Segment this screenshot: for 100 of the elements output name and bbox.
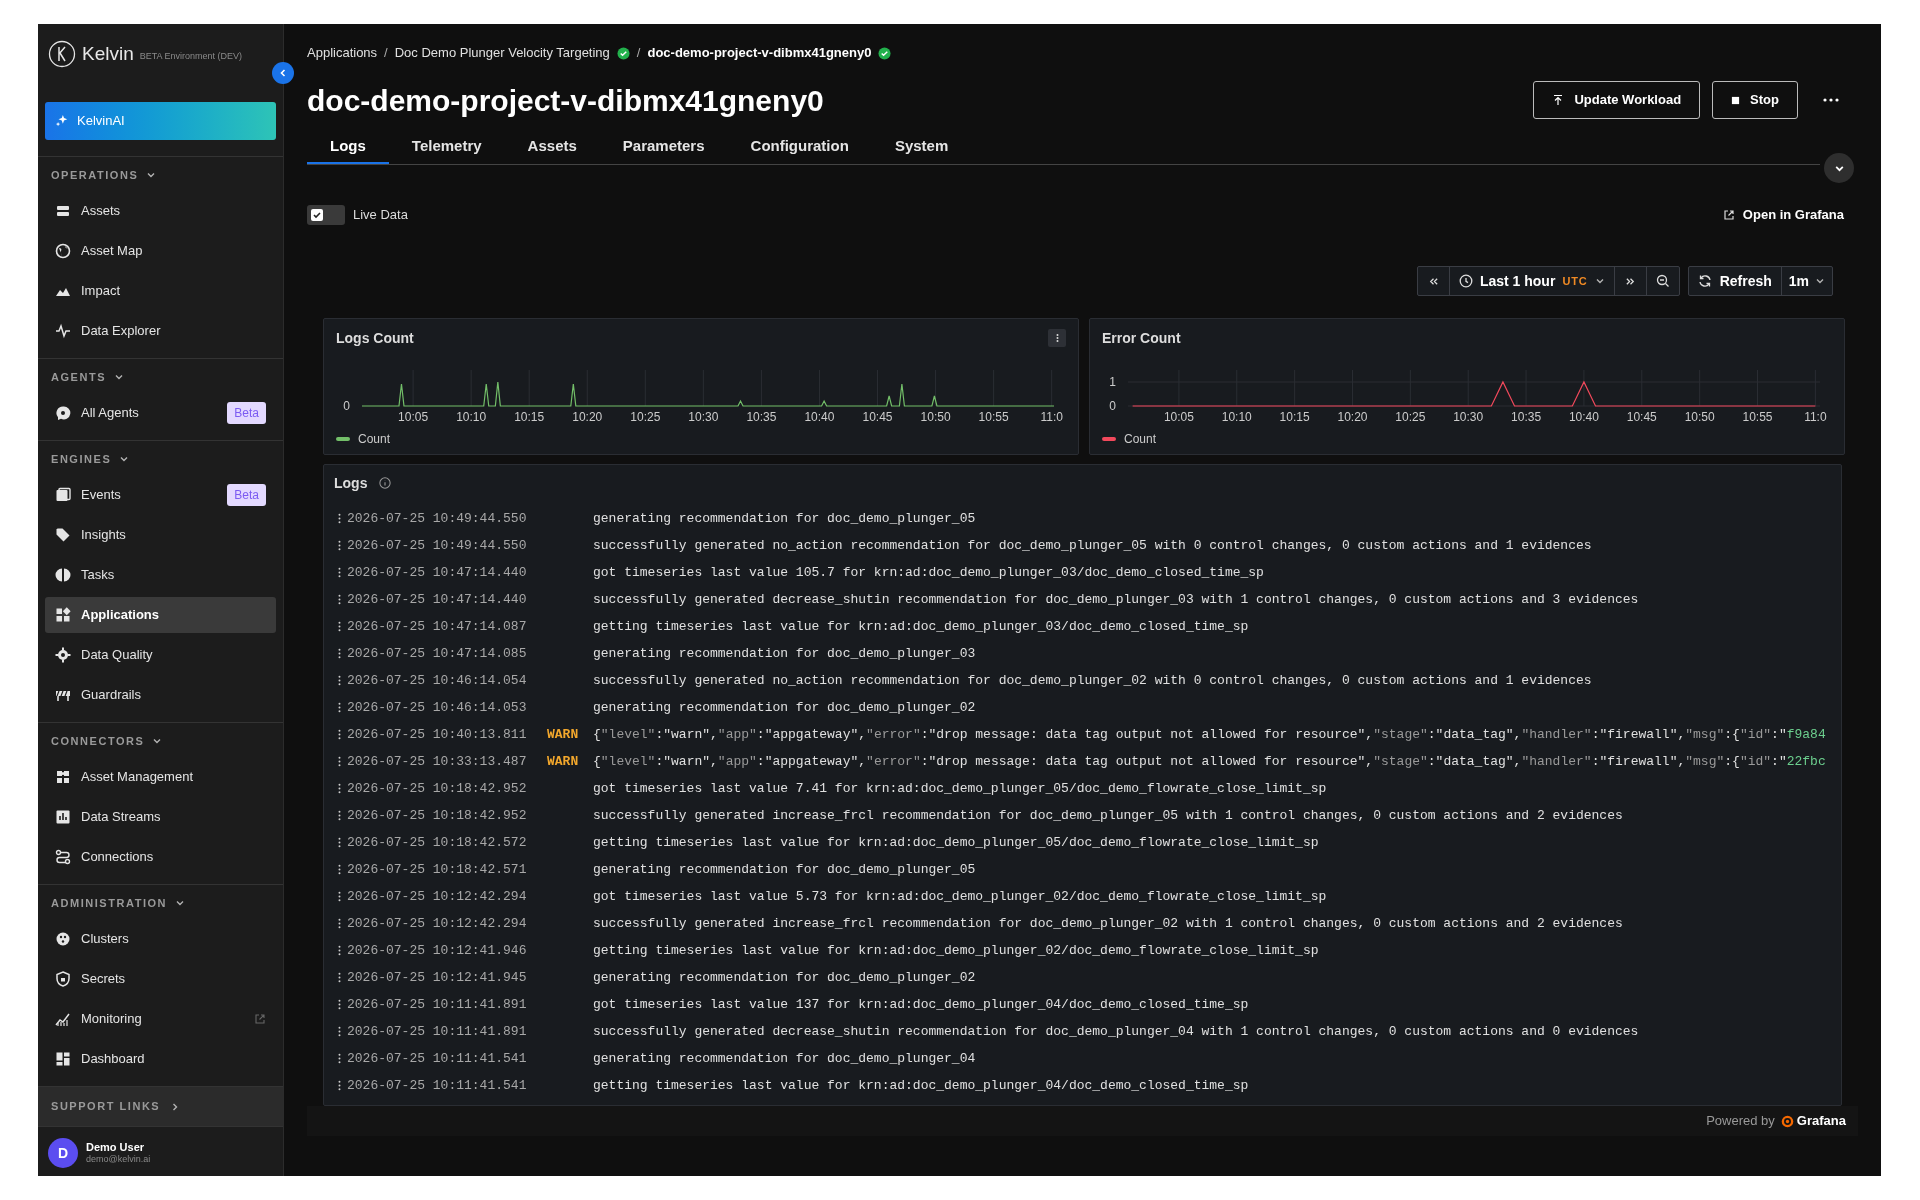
section-header[interactable]: ADMINISTRATION [45, 885, 192, 921]
log-level: WARN [547, 753, 579, 769]
sparkle-icon [55, 114, 69, 128]
tick-label: 10:15 [514, 410, 545, 424]
tab[interactable]: System [871, 131, 972, 164]
row-menu-icon[interactable] [338, 1052, 341, 1065]
grid-icon [55, 607, 71, 623]
sidebar-item[interactable]: Monitoring [45, 1001, 276, 1037]
expand-button[interactable] [1824, 153, 1854, 183]
breadcrumb-separator: / [636, 44, 641, 63]
sidebar-item[interactable]: Connections [45, 839, 276, 875]
row-menu-icon[interactable] [338, 890, 341, 903]
refresh-interval-picker[interactable]: 1m [1781, 267, 1832, 295]
checkbox[interactable] [311, 209, 323, 221]
row-menu-icon[interactable] [338, 998, 341, 1011]
row-menu-icon[interactable] [338, 917, 341, 930]
sidebar-item[interactable]: Dashboard [45, 1041, 276, 1077]
log-message: getting timeseries last value for krn:ad:doc_demo_plunger_05/doc_demo_flowrate_close_limit_sp [593, 833, 1319, 852]
row-menu-icon[interactable] [338, 836, 341, 849]
route-icon [55, 849, 71, 865]
sidebar-item[interactable]: Asset Management [45, 759, 276, 795]
panel-title: Logs [334, 473, 368, 493]
legend-label: Count [358, 431, 391, 448]
tick-label: 10:35 [1511, 410, 1542, 424]
collapse-sidebar-button[interactable] [272, 62, 294, 84]
user-avatar[interactable]: D [48, 1138, 78, 1168]
tab[interactable]: Telemetry [388, 131, 505, 164]
sidebar-item[interactable]: Data Explorer [45, 313, 276, 349]
row-menu-icon[interactable] [338, 809, 341, 822]
breadcrumb-link[interactable]: Applications [307, 43, 378, 63]
sidebar-item[interactable]: Applications [45, 597, 276, 633]
log-timestamp: 2026-07-25 10:18:42.572 [347, 833, 528, 852]
tick-label: 10:15 [1279, 410, 1310, 424]
section-header[interactable]: ENGINES [45, 441, 136, 477]
tab[interactable]: Configuration [727, 131, 872, 164]
log-message: getting timeseries last value for krn:ad:doc_demo_plunger_02/doc_demo_flowrate_close_limit_sp [593, 941, 1319, 960]
tick-label: 10:05 [1163, 410, 1194, 424]
sidebar-item[interactable]: Tasks [45, 557, 276, 593]
row-menu-icon[interactable] [338, 512, 341, 525]
row-menu-icon[interactable] [338, 728, 341, 741]
environment-label: BETA Environment (DEV) [139, 50, 243, 64]
row-menu-icon[interactable] [338, 782, 341, 795]
row-menu-icon[interactable] [338, 944, 341, 957]
row-menu-icon[interactable] [338, 620, 341, 633]
row-menu-icon[interactable] [338, 539, 341, 552]
log-message: successfully generated no_action recommendation for doc_demo_plunger_02 with 0 control changes, 0 custom actions and 1 evidences [593, 671, 1592, 690]
row-menu-icon[interactable] [338, 863, 341, 876]
row-menu-icon[interactable] [338, 755, 341, 768]
open-in-grafana-link[interactable]: Open in Grafana [1722, 205, 1844, 225]
log-timestamp: 2026-07-25 10:11:41.891 [347, 1022, 528, 1041]
tab[interactable]: Logs [307, 131, 389, 164]
kelvinai-button[interactable]: KelvinAI [45, 102, 276, 140]
row-menu-icon[interactable] [338, 1079, 341, 1092]
row-menu-icon[interactable] [338, 1025, 341, 1038]
action-button[interactable]: Update Workload [1533, 81, 1701, 119]
nodes-icon [55, 931, 71, 947]
section-header[interactable]: OPERATIONS [45, 157, 163, 193]
log-timestamp: 2026-07-25 10:11:41.891 [347, 995, 528, 1014]
breadcrumb-link[interactable]: doc-demo-project-v-dibmx41gneny0 [647, 43, 872, 63]
sidebar-item[interactable]: Assets [45, 193, 276, 229]
sidebar-item[interactable]: Guardrails [45, 677, 276, 713]
pulse-icon [55, 323, 71, 339]
info-icon[interactable] [379, 477, 392, 489]
action-button[interactable]: Stop [1712, 81, 1798, 119]
log-message: got timeseries last value 7.41 for krn:ad:doc_demo_plunger_05/doc_demo_flowrate_close_limit_sp [593, 779, 1327, 798]
section-header[interactable]: CONNECTORS [45, 723, 169, 759]
sidebar-item[interactable]: Data Streams [45, 799, 276, 835]
sidebar-item[interactable]: Secrets [45, 961, 276, 997]
breadcrumb-link[interactable]: Doc Demo Plunger Velocity Targeting [394, 43, 610, 63]
row-menu-icon[interactable] [338, 593, 341, 606]
log-message: successfully generated increase_frcl recommendation for doc_demo_plunger_02 with 1 control changes, 0 custom actions and 2 evidences [593, 914, 1623, 933]
logo-text: Kelvin [82, 41, 134, 66]
tick-label: 1 [1109, 375, 1116, 389]
sidebar-item[interactable]: Data Quality [45, 637, 276, 673]
row-menu-icon[interactable] [338, 701, 341, 714]
tick-label: 10:20 [572, 410, 603, 424]
row-menu-icon[interactable] [338, 971, 341, 984]
refresh-icon [1697, 274, 1712, 288]
row-menu-icon[interactable] [338, 674, 341, 687]
log-message: successfully generated no_action recommendation for doc_demo_plunger_05 with 0 control changes, 0 custom actions and 1 evidences [593, 536, 1592, 555]
log-timestamp: 2026-07-25 10:18:42.952 [347, 806, 528, 825]
sidebar-item[interactable]: Impact [45, 273, 276, 309]
section-header[interactable]: AGENTS [45, 359, 131, 395]
log-timestamp: 2026-07-25 10:47:14.087 [347, 617, 528, 636]
tick-label: 10:50 [1684, 410, 1715, 424]
sidebar-item[interactable]: All Agents Beta [45, 395, 276, 431]
tab[interactable]: Assets [504, 131, 600, 164]
sidebar-item[interactable]: Asset Map [45, 233, 276, 269]
sidebar-item[interactable]: Events Beta [45, 477, 276, 513]
sidebar-item[interactable]: Insights [45, 517, 276, 553]
row-menu-icon[interactable] [338, 566, 341, 579]
tab[interactable]: Parameters [599, 131, 728, 164]
row-menu-icon[interactable] [338, 647, 341, 660]
sidebar-item[interactable]: Clusters [45, 921, 276, 957]
tick-label: 0 [1109, 399, 1116, 413]
tick-label: 0 [343, 399, 350, 413]
log-timestamp: 2026-07-25 10:11:41.541 [347, 1049, 528, 1068]
log-timestamp: 2026-07-25 10:12:41.945 [347, 968, 528, 987]
clock-icon [1458, 274, 1473, 288]
refresh-button[interactable]: Refresh [1688, 267, 1782, 295]
